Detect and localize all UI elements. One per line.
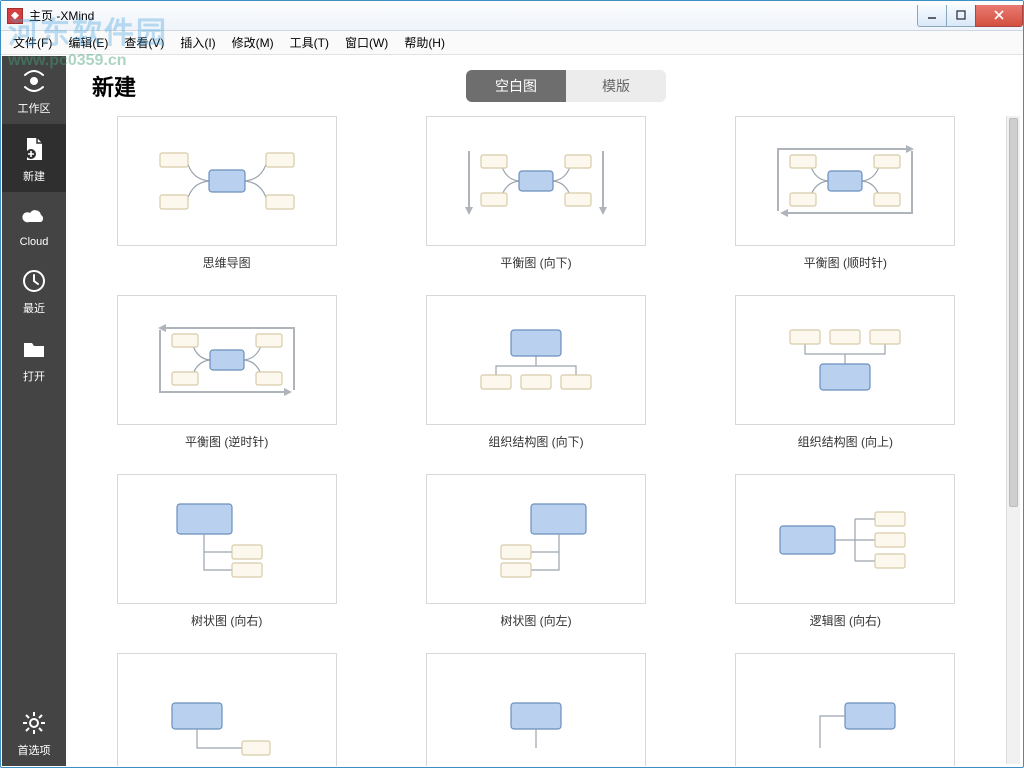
- template-extra1[interactable]: [86, 653, 367, 766]
- menu-insert[interactable]: 插入(I): [172, 31, 223, 54]
- menu-window[interactable]: 窗口(W): [337, 31, 396, 54]
- gear-icon: [21, 710, 47, 736]
- template-mindmap[interactable]: 思维导图: [86, 116, 367, 271]
- template-thumb: [117, 474, 337, 604]
- app-window: 主页 -XMind 文件(F) 编辑(E) 查看(V) 插入(I) 修改(M) …: [0, 0, 1024, 768]
- minimize-button[interactable]: [917, 5, 947, 27]
- new-icon: [21, 136, 47, 162]
- template-label: 平衡图 (逆时针): [86, 433, 367, 450]
- menubar: 文件(F) 编辑(E) 查看(V) 插入(I) 修改(M) 工具(T) 窗口(W…: [1, 31, 1023, 55]
- template-thumb: [426, 116, 646, 246]
- sidebar-item-new[interactable]: 新建: [2, 124, 66, 192]
- template-label: 组织结构图 (向上): [705, 433, 986, 450]
- content-area: 新建 空白图 模版: [66, 56, 1022, 766]
- template-thumb: [735, 116, 955, 246]
- menu-edit[interactable]: 编辑(E): [60, 31, 116, 54]
- template-label: 思维导图: [86, 254, 367, 271]
- template-label: 树状图 (向右): [86, 612, 367, 629]
- template-thumb: [117, 116, 337, 246]
- template-grid: 思维导图: [86, 116, 986, 766]
- template-org-down[interactable]: 组织结构图 (向下): [395, 295, 676, 450]
- sidebar-item-label: Cloud: [2, 236, 66, 248]
- template-balance-down[interactable]: 平衡图 (向下): [395, 116, 676, 271]
- sidebar-item-label: 打开: [2, 368, 66, 384]
- maximize-button[interactable]: [946, 5, 976, 27]
- close-button[interactable]: [975, 5, 1023, 27]
- sidebar-item-label: 首选项: [2, 742, 66, 758]
- template-thumb: [426, 295, 646, 425]
- template-label: 平衡图 (向下): [395, 254, 676, 271]
- sidebar-item-label: 最近: [2, 300, 66, 316]
- sidebar-item-recent[interactable]: 最近: [2, 256, 66, 324]
- page-title: 新建: [92, 70, 136, 102]
- scrollbar-thumb[interactable]: [1009, 118, 1018, 507]
- template-label: 树状图 (向左): [395, 612, 676, 629]
- template-thumb: [735, 653, 955, 766]
- template-logic-right[interactable]: 逻辑图 (向右): [705, 474, 986, 629]
- sidebar-item-cloud[interactable]: Cloud: [2, 192, 66, 256]
- template-thumb: [117, 295, 337, 425]
- menu-help[interactable]: 帮助(H): [396, 31, 453, 54]
- template-tree-right[interactable]: 树状图 (向右): [86, 474, 367, 629]
- scrollbar[interactable]: [1006, 116, 1020, 764]
- template-balance-cw[interactable]: 平衡图 (顺时针): [705, 116, 986, 271]
- sidebar-item-open[interactable]: 打开: [2, 324, 66, 392]
- template-org-up[interactable]: 组织结构图 (向上): [705, 295, 986, 450]
- menu-file[interactable]: 文件(F): [5, 31, 60, 54]
- window-buttons: [918, 5, 1023, 27]
- sidebar-item-label: 工作区: [2, 100, 66, 116]
- menu-modify[interactable]: 修改(M): [224, 31, 282, 54]
- template-thumb: [426, 474, 646, 604]
- window-title: 主页 -XMind: [29, 7, 918, 24]
- recent-icon: [21, 268, 47, 294]
- template-label: 逻辑图 (向右): [705, 612, 986, 629]
- template-thumb: [426, 653, 646, 766]
- template-label: 平衡图 (顺时针): [705, 254, 986, 271]
- workspace-icon: [21, 68, 47, 94]
- content-header: 新建 空白图 模版: [66, 56, 1022, 108]
- sidebar: 工作区 新建 Cloud 最近: [2, 56, 66, 766]
- titlebar: 主页 -XMind: [1, 1, 1023, 31]
- template-extra2[interactable]: [395, 653, 676, 766]
- menu-tools[interactable]: 工具(T): [282, 31, 337, 54]
- segment-template[interactable]: 模版: [566, 70, 666, 102]
- sidebar-item-prefs[interactable]: 首选项: [2, 698, 66, 766]
- template-thumb: [735, 474, 955, 604]
- sidebar-item-workspace[interactable]: 工作区: [2, 56, 66, 124]
- menu-view[interactable]: 查看(V): [116, 31, 172, 54]
- template-label: 组织结构图 (向下): [395, 433, 676, 450]
- template-balance-ccw[interactable]: 平衡图 (逆时针): [86, 295, 367, 450]
- template-extra3[interactable]: [705, 653, 986, 766]
- segmented-control: 空白图 模版: [466, 70, 666, 102]
- template-tree-left[interactable]: 树状图 (向左): [395, 474, 676, 629]
- cloud-icon: [21, 204, 47, 230]
- sidebar-item-label: 新建: [2, 168, 66, 184]
- segment-blank[interactable]: 空白图: [466, 70, 566, 102]
- open-icon: [21, 336, 47, 362]
- template-thumb: [735, 295, 955, 425]
- app-icon: [7, 8, 23, 24]
- template-thumb: [117, 653, 337, 766]
- template-grid-scroll[interactable]: 思维导图: [66, 116, 1006, 766]
